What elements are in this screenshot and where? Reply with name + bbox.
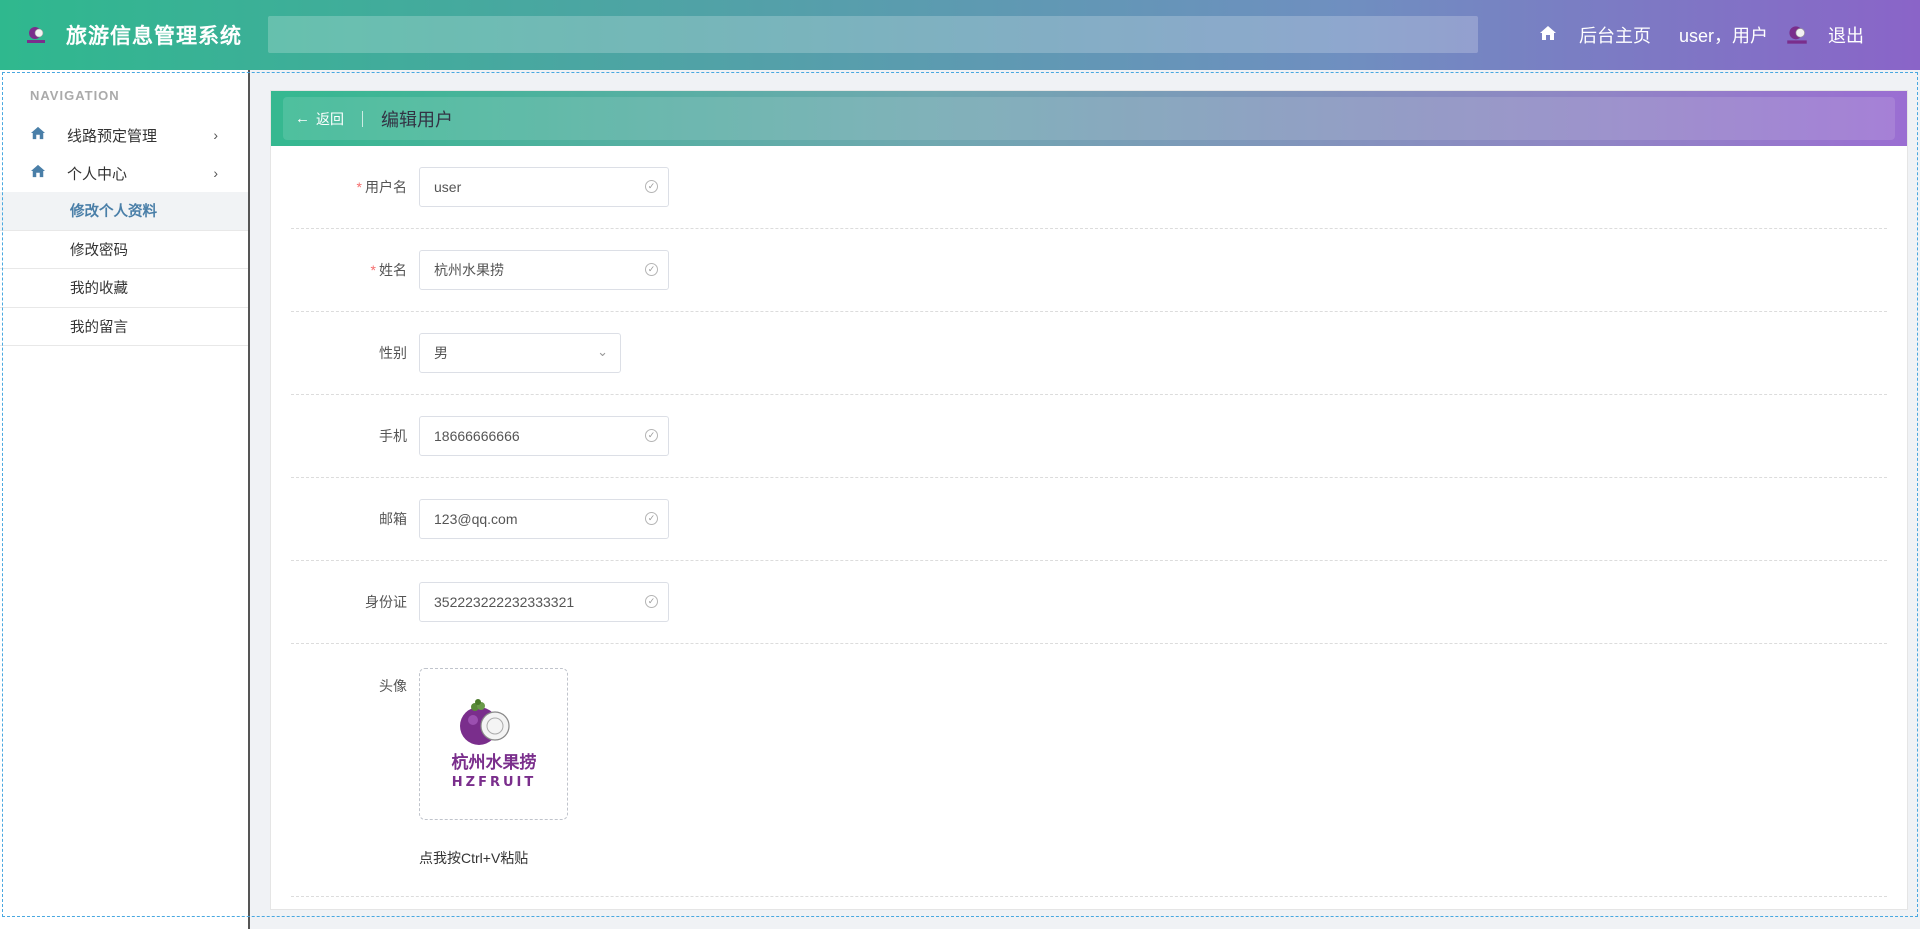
name-label: * 姓名: [370, 262, 407, 278]
form-row-id-card: 身份证 352223222232333321 ✓: [291, 561, 1887, 644]
svg-text:HZFRUIT: HZFRUIT: [451, 775, 535, 790]
gender-label: 性别: [379, 345, 407, 361]
username-field[interactable]: user ✓: [419, 167, 669, 207]
chevron-down-icon: ⌄: [597, 344, 608, 359]
app-logo: [22, 21, 50, 49]
home-icon: [30, 126, 48, 144]
sidebar-subitem-my-messages[interactable]: 我的留言: [0, 308, 248, 346]
check-circle-icon: ✓: [645, 595, 658, 608]
edit-user-form: * 用户名 user ✓ * 姓名 杭州水果捞 ✓ 性别 男 ⌄ 手机 186666…: [271, 146, 1907, 897]
form-row-name: * 姓名 杭州水果捞 ✓: [291, 229, 1887, 312]
svg-text:杭州水果捞: 杭州水果捞: [451, 752, 536, 773]
paste-hint: 点我按Ctrl+V粘贴: [419, 850, 529, 866]
phone-field[interactable]: 18666666666 ✓: [419, 416, 669, 456]
home-icon[interactable]: [1539, 25, 1557, 46]
form-row-phone: 手机 18666666666 ✓: [291, 395, 1887, 478]
arrow-left-icon: ←: [295, 110, 310, 127]
form-row-username: * 用户名 user ✓: [291, 146, 1887, 229]
check-circle-icon: ✓: [645, 512, 658, 525]
sidebar-subitem-change-password[interactable]: 修改密码: [0, 231, 248, 269]
sidebar-item-route-booking[interactable]: 线路预定管理 ›: [0, 116, 248, 154]
chevron-right-icon: ›: [213, 127, 218, 143]
email-field[interactable]: 123@qq.com ✓: [419, 499, 669, 539]
app-title: 旅游信息管理系统: [66, 25, 242, 48]
top-header: 旅游信息管理系统 后台主页 user，用户 退出: [0, 0, 1920, 70]
back-label: 返回: [316, 110, 344, 127]
chevron-right-icon: ›: [213, 165, 218, 181]
gender-select[interactable]: 男 ⌄: [419, 333, 621, 373]
name-field[interactable]: 杭州水果捞 ✓: [419, 250, 669, 290]
id-card-field[interactable]: 352223222232333321 ✓: [419, 582, 669, 622]
check-circle-icon: ✓: [645, 263, 658, 276]
nav-heading: NAVIGATION: [30, 88, 120, 103]
email-label: 邮箱: [379, 511, 407, 527]
check-circle-icon: ✓: [645, 180, 658, 193]
form-row-gender: 性别 男 ⌄: [291, 312, 1887, 395]
dashboard-home-link[interactable]: 后台主页: [1579, 22, 1651, 48]
avatar-upload[interactable]: 杭州水果捞 HZFRUIT: [419, 668, 568, 820]
id-card-label: 身份证: [365, 594, 407, 610]
home-icon: [30, 164, 48, 182]
header-actions: 后台主页 user，用户 退出: [1539, 0, 1864, 70]
current-user-label: user，用户: [1678, 26, 1768, 46]
sidebar-item-personal-center[interactable]: 个人中心 ›: [0, 154, 248, 192]
logout-link[interactable]: 退出: [1828, 22, 1864, 48]
sidebar-subitem-edit-profile[interactable]: 修改个人资料: [0, 192, 248, 231]
sidebar-subitem-my-favorites[interactable]: 我的收藏: [0, 269, 248, 308]
form-row-email: 邮箱 123@qq.com ✓: [291, 478, 1887, 561]
back-button[interactable]: ← 返回: [295, 109, 344, 129]
sidebar: NAVIGATION 线路预定管理 › 个人中心 › 修改个人资料 修改密码 我…: [0, 70, 250, 929]
page-title: 编辑用户: [381, 109, 453, 130]
user-avatar: [1784, 22, 1810, 48]
edit-user-panel: ← 返回 编辑用户 *用户名 user ✓ *姓名 杭州水果捞 ✓ 性别 男: [270, 90, 1908, 910]
fruit-logo-image: 杭州水果捞 HZFRUIT: [451, 699, 536, 790]
panel-header: ← 返回 编辑用户: [271, 91, 1907, 146]
phone-label: 手机: [379, 428, 407, 444]
avatar-label: 头像: [379, 678, 407, 694]
header-divider: [362, 110, 363, 127]
header-search-bar[interactable]: [268, 16, 1478, 53]
form-row-avatar: 头像 杭州水果捞 HZFRUIT 点我按Ctrl+V粘贴: [291, 644, 1887, 897]
username-label: * 用户名: [356, 179, 407, 195]
check-circle-icon: ✓: [645, 429, 658, 442]
sidebar-item-label: 个人中心: [67, 165, 128, 183]
sidebar-item-label: 线路预定管理: [67, 127, 158, 145]
